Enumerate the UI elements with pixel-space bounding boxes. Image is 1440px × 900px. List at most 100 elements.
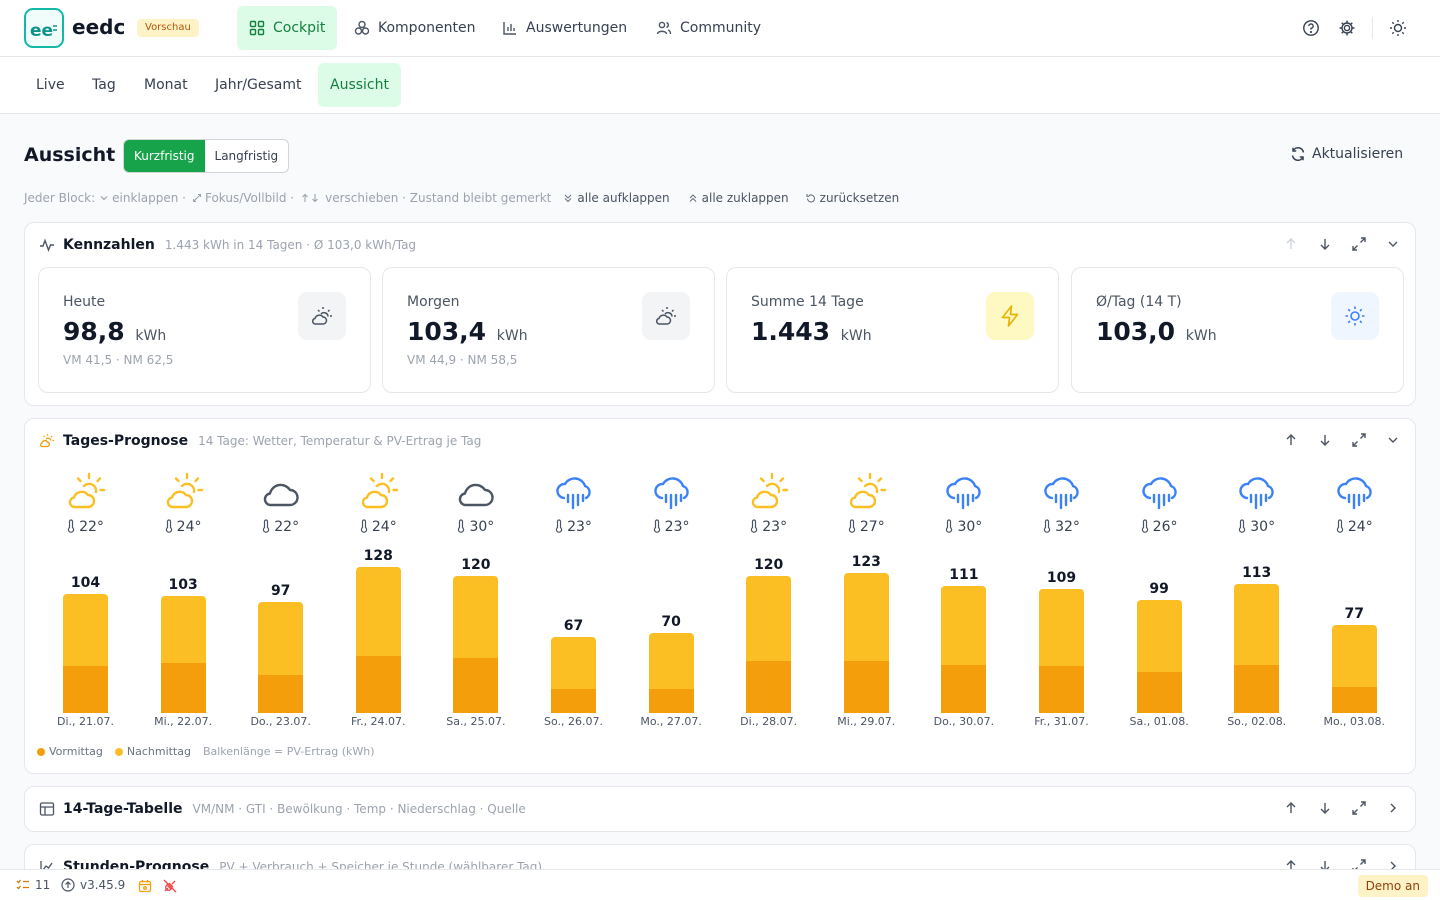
reset-button[interactable]: zurücksetzen	[805, 191, 900, 205]
kpi-number: 1.443	[751, 317, 831, 346]
bar-vormittag[interactable]	[1136, 671, 1182, 713]
day-label: Mi., 29.07.	[837, 715, 896, 728]
tasks-counter[interactable]: 11	[16, 878, 50, 892]
nav-community-label: Community	[680, 20, 762, 36]
chevrons-down-icon	[565, 194, 572, 203]
tabelle-title: 14-Tage-Tabelle	[63, 801, 183, 817]
refresh-button[interactable]: Aktualisieren	[1290, 146, 1403, 162]
bar-nachmittag[interactable]	[258, 602, 304, 676]
bar-vormittag[interactable]	[1039, 666, 1084, 713]
day-temperature: 32°	[1013, 519, 1110, 535]
bar-nachmittag[interactable]	[648, 633, 694, 690]
nav-komponenten[interactable]: Komponenten	[342, 6, 487, 50]
bar-nachmittag[interactable]	[355, 567, 401, 656]
fullscreen-icon[interactable]	[1351, 236, 1367, 252]
forecast-day: 23° 70 Mo., 27.07.	[623, 419, 720, 779]
cloud-icon	[264, 483, 299, 507]
bar-total-label: 111	[949, 567, 979, 584]
toggle-kurzfristig[interactable]: Kurzfristig	[124, 140, 205, 172]
bar-nachmittag[interactable]	[843, 572, 889, 661]
reset-label: zurücksetzen	[819, 191, 900, 205]
fullscreen-icon[interactable]	[1351, 800, 1367, 816]
collapse-all-button[interactable]: alle zuklappen	[688, 191, 789, 205]
bar-vormittag[interactable]	[551, 689, 596, 713]
expand-chevron-icon[interactable]	[1385, 800, 1401, 816]
partly-cloudy-icon	[849, 472, 886, 509]
bar-vormittag[interactable]	[1234, 665, 1280, 713]
temperature-value: 23°	[762, 519, 788, 535]
bar-vormittag[interactable]	[453, 658, 499, 713]
bar-total-label: 103	[168, 576, 198, 593]
collapse-chevron-icon[interactable]	[1385, 236, 1401, 252]
cloud-icon	[459, 483, 495, 507]
upgrade-icon	[61, 878, 75, 892]
bar-nachmittag[interactable]	[551, 636, 596, 690]
move-down-icon[interactable]	[1317, 236, 1333, 252]
bar-vormittag[interactable]	[746, 660, 792, 713]
rain-icon	[1044, 477, 1079, 510]
bar-nachmittag[interactable]	[1136, 600, 1182, 672]
nav-auswertungen[interactable]: Auswertungen	[490, 6, 639, 50]
subnav-live[interactable]: Live	[24, 63, 77, 107]
refresh-icon	[1291, 146, 1305, 162]
bar-vormittag[interactable]	[843, 660, 889, 713]
day-label: Mi., 22.07.	[154, 715, 213, 728]
day-label: Di., 28.07.	[740, 715, 798, 728]
calendar-icon[interactable]	[138, 879, 152, 893]
bar-vormittag[interactable]	[941, 665, 987, 713]
temperature-value: 30°	[1250, 519, 1276, 535]
move-down-icon[interactable]	[1317, 800, 1333, 816]
day-temperature: 30°	[915, 519, 1012, 535]
temperature-value: 26°	[1152, 519, 1178, 535]
version-label: v3.45.9	[80, 878, 126, 892]
subnav-monat[interactable]: Monat	[132, 63, 200, 107]
app-name[interactable]: eedc	[72, 15, 125, 39]
hint-prefix: Jeder Block:	[24, 191, 96, 205]
move-up-icon[interactable]	[1283, 800, 1299, 816]
day-temperature: 23°	[720, 519, 817, 535]
refresh-label: Aktualisieren	[1312, 146, 1404, 162]
bar-vormittag[interactable]	[1331, 686, 1377, 713]
app-logo[interactable]: ee	[24, 8, 64, 48]
subnav-jahr-gesamt[interactable]: Jahr/Gesamt	[203, 63, 314, 107]
bar-nachmittag[interactable]	[453, 576, 499, 659]
expand-all-button[interactable]: alle aufklappen	[563, 191, 670, 205]
version-info[interactable]: v3.45.9	[61, 878, 125, 892]
hint-collapse: einklappen ·	[112, 191, 186, 205]
temperature-value: 24°	[1347, 519, 1373, 535]
bar-vormittag[interactable]	[258, 675, 304, 713]
theme-sun-icon[interactable]	[1389, 19, 1407, 37]
help-icon[interactable]	[1302, 19, 1320, 37]
disconnected-icon[interactable]	[163, 879, 177, 893]
bar-vormittag[interactable]	[63, 666, 108, 713]
nav-community[interactable]: Community	[644, 6, 773, 50]
forecast-day: 30° 113 So., 02.08.	[1208, 419, 1305, 779]
subnav-aussicht[interactable]: Aussicht	[318, 63, 401, 107]
bar-vormittag[interactable]	[355, 656, 401, 713]
bar-nachmittag[interactable]	[941, 586, 987, 666]
forecast-day: 30° 120 Sa., 25.07.	[427, 419, 524, 779]
nav-cockpit[interactable]: Cockpit	[237, 6, 338, 50]
thermometer-icon	[458, 519, 465, 533]
bar-nachmittag[interactable]	[160, 595, 206, 663]
kpi-value: 103,4 kWh	[407, 317, 528, 346]
sub-navigation: Live Tag Monat Jahr/Gesamt Aussicht	[0, 57, 1440, 114]
bar-nachmittag[interactable]	[1331, 625, 1377, 687]
gear-icon[interactable]	[1338, 19, 1356, 37]
toggle-langfristig[interactable]: Langfristig	[205, 140, 289, 172]
bar-vormittag[interactable]	[648, 689, 694, 713]
demo-badge[interactable]: Demo an	[1357, 875, 1428, 897]
bar-nachmittag[interactable]	[1234, 584, 1280, 666]
subnav-tag[interactable]: Tag	[80, 63, 128, 107]
forecast-day: 23° 120 Di., 28.07.	[720, 419, 817, 779]
bar-nachmittag[interactable]	[1039, 588, 1084, 667]
kpi-sub: VM 41,5 · NM 62,5	[63, 353, 174, 367]
bar-vormittag[interactable]	[160, 662, 206, 713]
bar-nachmittag[interactable]	[746, 576, 792, 661]
top-bar: ee eedc Vorschau Cockpit Komponenten Aus…	[0, 0, 1440, 57]
forecast-day: 23° 67 So., 26.07.	[525, 419, 622, 779]
bar-nachmittag[interactable]	[63, 594, 108, 667]
move-up-icon[interactable]	[1283, 236, 1299, 252]
expand-all-label: alle aufklappen	[577, 191, 670, 205]
grid-icon	[249, 20, 265, 36]
